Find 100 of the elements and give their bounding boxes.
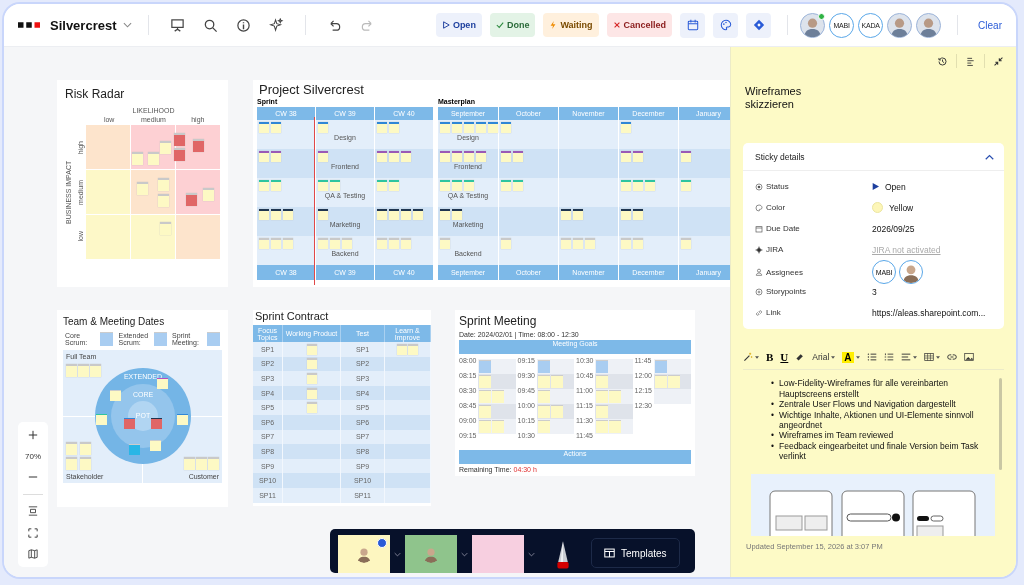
bullet-marker: • [771, 409, 774, 422]
field-value[interactable]: Open [872, 181, 906, 192]
calendar-button[interactable] [680, 12, 706, 38]
presentation-icon[interactable] [169, 17, 185, 33]
sticky-note[interactable] [413, 209, 423, 220]
caret-icon [855, 355, 860, 359]
collapse-icon[interactable] [993, 55, 1004, 67]
zoom-in-icon[interactable] [28, 430, 38, 440]
bullet-item: Wichtige Inhalte, Aktionen und UI-Elemente sinnvoll angeordnet [779, 409, 975, 431]
field-label: Color [755, 203, 872, 213]
field-label: Link [755, 308, 872, 318]
font-tool[interactable]: Arial [812, 352, 836, 363]
field-label: JIRA [755, 245, 872, 255]
field-label: Assignees [755, 267, 872, 277]
fit-icon[interactable] [28, 506, 38, 516]
check-icon [495, 21, 504, 29]
user-avatar[interactable] [800, 12, 826, 38]
caret-icon [912, 355, 917, 359]
table-cell [385, 371, 431, 386]
caret-icon [935, 355, 940, 359]
history-icon[interactable] [937, 55, 948, 67]
sticky-note[interactable] [377, 209, 387, 220]
table-cell [385, 400, 431, 415]
status-filter[interactable]: Cancelled [606, 13, 673, 37]
bullet-item: Wireframes im Team reviewed [779, 430, 894, 441]
table-cell [283, 473, 341, 488]
link-value[interactable]: https://aleas.sharepoint.com... [872, 307, 986, 318]
numbered-tool[interactable] [883, 352, 894, 363]
calendar-icon [755, 224, 763, 233]
bullet-marker: • [771, 430, 774, 441]
fullscreen-icon[interactable] [28, 527, 38, 538]
sticky-note[interactable] [573, 209, 583, 220]
sticky-note[interactable] [561, 209, 571, 220]
sticky-note[interactable] [621, 209, 631, 220]
sparkle-icon[interactable] [268, 17, 284, 33]
status-filter[interactable]: Waiting [543, 13, 599, 37]
zoom-level: 70% [25, 451, 41, 461]
caret-icon[interactable] [461, 552, 468, 557]
palette-button[interactable] [713, 12, 739, 38]
bullet-marker: • [771, 399, 774, 410]
templates-button[interactable]: Templates [591, 538, 680, 568]
jira-button[interactable] [746, 12, 772, 38]
underline-tool[interactable]: U [780, 351, 789, 364]
status-filter[interactable]: Done [489, 13, 536, 37]
eraser-tool[interactable] [795, 352, 806, 363]
legend-swatch [207, 332, 220, 347]
bullet-item: Feedback eingearbeitet und finale Version beim Task verlinkt [779, 440, 980, 462]
sticky-note[interactable] [318, 209, 328, 220]
link-tool[interactable] [946, 352, 957, 363]
sticky-tool[interactable] [405, 535, 457, 573]
scrollbar[interactable] [999, 378, 1002, 471]
chevron-icon[interactable] [985, 153, 994, 160]
map-icon[interactable] [28, 549, 38, 559]
magic-tool[interactable] [743, 352, 759, 363]
field-label: Status [755, 182, 872, 192]
caret-icon[interactable] [528, 552, 535, 557]
logo-icon [18, 22, 40, 28]
bullets-tool[interactable] [866, 352, 877, 363]
play-icon [872, 183, 879, 191]
chevron-icon [122, 22, 132, 28]
field-value[interactable]: 3 [872, 286, 877, 297]
sticky-note[interactable] [452, 209, 462, 220]
table-tool[interactable] [923, 352, 940, 363]
calendar-icon [686, 19, 699, 31]
board-title: Sprint Contract [254, 310, 330, 324]
image-tool[interactable] [963, 352, 974, 363]
sticky-note[interactable] [633, 209, 643, 220]
board-selector[interactable]: Silvercrest [50, 17, 132, 33]
board-title: Risk Radar [65, 87, 126, 101]
sticky-note[interactable] [259, 209, 269, 220]
matrix-cell [86, 170, 130, 214]
caret-icon[interactable] [394, 552, 401, 557]
info-icon[interactable] [235, 17, 251, 33]
caret-icon [831, 355, 836, 359]
table-cell [385, 473, 431, 488]
clear-button[interactable]: Clear [974, 19, 1006, 31]
status-filter[interactable]: Open [435, 13, 482, 37]
field-label: Storypoints [755, 287, 872, 297]
bullet-item: Zentrale User Flows und Navigation dargestellt [779, 399, 956, 410]
sticky-note[interactable] [283, 209, 293, 220]
sticky-note[interactable] [401, 209, 411, 220]
play-icon [441, 21, 450, 29]
diamond-icon [752, 19, 765, 31]
field-value[interactable]: Yellow [872, 202, 914, 214]
sticky-note[interactable] [151, 417, 162, 429]
field-value[interactable]: 2026/09/25 [872, 223, 915, 234]
legend-swatch [100, 332, 113, 347]
sticky-note[interactable] [440, 209, 450, 220]
user-avatar[interactable] [916, 12, 942, 38]
sticky-tool[interactable] [338, 535, 390, 573]
bold-tool[interactable]: B [766, 351, 774, 364]
assignee-avatar[interactable] [899, 260, 923, 285]
sticky-note[interactable] [271, 209, 281, 220]
sticky-title: Wireframes skizzieren [745, 85, 803, 112]
link-icon [755, 308, 763, 317]
search-icon[interactable] [202, 17, 218, 33]
align-left-icon[interactable] [965, 55, 976, 67]
sticky-note[interactable] [389, 209, 399, 220]
user-avatar[interactable] [887, 12, 913, 38]
align-tool[interactable] [900, 352, 917, 363]
